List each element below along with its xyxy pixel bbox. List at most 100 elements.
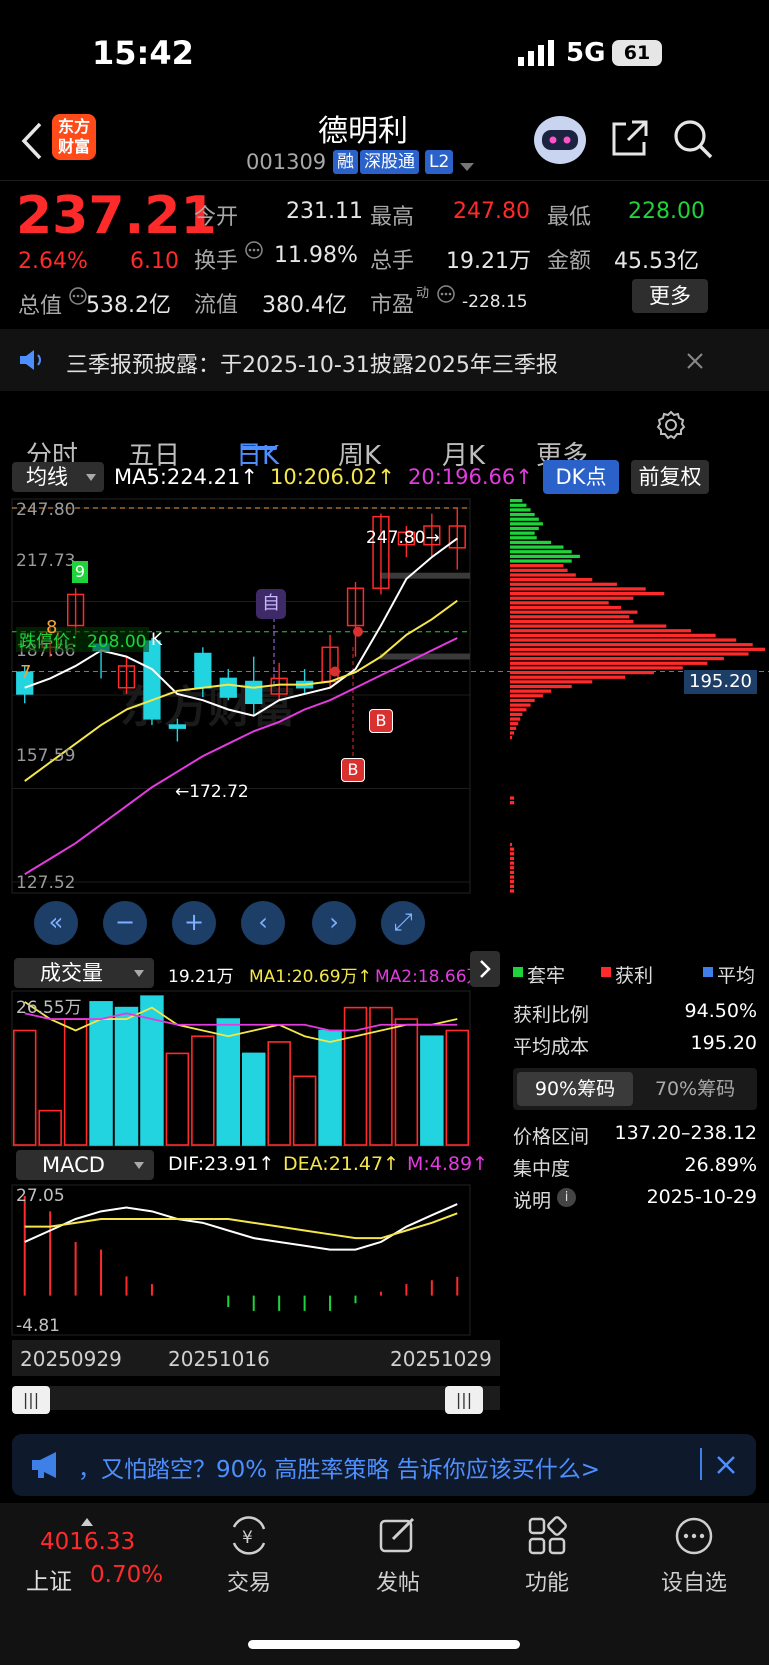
max-price-label: 247.80→	[366, 528, 440, 548]
ma-selector-label: 均线	[26, 465, 68, 489]
chip-bar	[510, 573, 576, 577]
low-value: 228.00	[628, 199, 705, 224]
more-dots-icon	[675, 1517, 713, 1555]
range-left-handle[interactable]: |||	[12, 1386, 50, 1414]
self-select-marker[interactable]: 自	[256, 589, 286, 619]
chip-bar	[510, 884, 515, 888]
volume-expand-icon[interactable]	[470, 951, 500, 987]
chip-bar	[510, 657, 724, 661]
chip-bar	[510, 875, 515, 879]
ad-text: ，又怕踏空？90% 高胜率策略 告诉你应该买什么>	[78, 1457, 601, 1483]
ad-close-icon[interactable]	[716, 1455, 736, 1479]
notice-close-icon[interactable]	[686, 352, 704, 374]
chip-bar	[510, 680, 593, 684]
td-marker-7: 7	[20, 662, 32, 683]
candle-body	[143, 640, 161, 720]
change-percent: 2.64%	[18, 249, 88, 274]
macd-chart[interactable]	[0, 1184, 500, 1336]
fullscreen-button[interactable]: ⤢	[381, 901, 425, 945]
chip-bar	[510, 550, 572, 554]
chip-legend-lock-swatch	[513, 967, 523, 977]
edit-icon	[379, 1517, 415, 1553]
code-dropdown-icon[interactable]	[460, 158, 474, 177]
nav-trade[interactable]: ¥ 交易	[189, 1515, 309, 1597]
low-label: 最低	[547, 205, 592, 230]
y-tick-label: 247.80	[16, 500, 76, 520]
macd-selector[interactable]: MACD	[16, 1150, 154, 1180]
price-range-value: 137.20–238.12	[614, 1122, 757, 1144]
chip-bar	[510, 545, 564, 549]
ma-selector[interactable]: 均线	[12, 462, 104, 492]
index-name[interactable]: 上证	[26, 1562, 72, 1596]
chip-bar	[510, 582, 617, 586]
chip-bar	[510, 796, 515, 800]
chip-bar	[510, 526, 539, 531]
nav-add-watchlist-label: 设自选	[660, 1571, 727, 1596]
volume-label: 总手	[370, 249, 415, 274]
nav-add-watchlist[interactable]: 设自选	[634, 1515, 754, 1597]
macd-dea: DEA:21.47↑	[283, 1153, 400, 1175]
chip-distribution-chart[interactable]	[508, 497, 768, 952]
amount-label: 金额	[547, 249, 592, 274]
macd-m: M:4.89↑	[407, 1153, 489, 1175]
candle-body	[194, 652, 212, 689]
amount-value: 45.53亿	[614, 249, 699, 274]
volume-selector[interactable]: 成交量	[14, 958, 154, 988]
note-info-icon[interactable]: i	[557, 1188, 576, 1207]
buy-signal-b[interactable]: B	[341, 758, 365, 782]
avg-cost-label: 平均成本	[513, 1036, 590, 1058]
chip-tab-90[interactable]: 90%筹码	[517, 1072, 633, 1106]
float-cap-value: 380.4亿	[262, 293, 347, 318]
chip-bar	[510, 852, 515, 856]
chip-bar	[510, 531, 535, 535]
chip-tab-70[interactable]: 70%筹码	[637, 1072, 753, 1106]
volume-bar	[267, 1041, 291, 1146]
chip-bar	[510, 619, 634, 624]
pe-sup: 动	[416, 286, 430, 301]
dk-point-button[interactable]: DK点	[543, 460, 619, 494]
chip-bar	[510, 722, 519, 726]
chip-bar	[510, 731, 515, 735]
scroll-right-button[interactable]: ›	[312, 901, 356, 945]
macd-dif: DIF:23.91↑	[168, 1153, 275, 1175]
adjust-button[interactable]: 前复权	[631, 460, 709, 494]
zoom-in-button[interactable]: +	[172, 901, 216, 945]
float-cap-label: 流值	[194, 293, 239, 318]
robot-avatar-icon[interactable]	[532, 112, 588, 166]
chip-bar	[510, 861, 515, 865]
back-icon[interactable]	[18, 120, 48, 162]
pe-value: -228.15	[462, 292, 528, 312]
zoom-out-button[interactable]: −	[103, 901, 147, 945]
mktcap-info-icon[interactable]	[68, 286, 88, 310]
pe-info-icon[interactable]	[436, 284, 456, 308]
volume-selector-label: 成交量	[40, 961, 103, 985]
self-select-marker-text: 自	[262, 593, 280, 614]
scroll-left-button[interactable]: ‹	[241, 901, 285, 945]
index-value[interactable]: 4016.33	[40, 1529, 135, 1555]
share-icon[interactable]	[610, 118, 650, 158]
search-icon[interactable]	[672, 118, 714, 160]
nav-post[interactable]: 发帖	[338, 1515, 458, 1597]
volume-bar	[114, 1006, 139, 1146]
volume-bar	[445, 1029, 470, 1146]
scroll-far-left-button[interactable]: «	[34, 901, 78, 945]
chip-bar	[510, 670, 654, 675]
app-logo[interactable]: 东方 财富	[52, 114, 96, 160]
buy-signal-b[interactable]: B	[369, 709, 393, 733]
chip-bar	[510, 503, 527, 507]
chip-bar	[510, 880, 515, 884]
turnover-info-icon[interactable]	[244, 240, 264, 264]
chip-bar	[510, 801, 515, 805]
range-scrollbar-track[interactable]	[12, 1386, 500, 1410]
nav-functions[interactable]: 功能	[487, 1515, 607, 1597]
range-right-handle[interactable]: |||	[445, 1386, 483, 1414]
index-change[interactable]: 0.70%	[90, 1562, 163, 1588]
volume-bar	[318, 1029, 342, 1146]
chip-bar	[510, 866, 515, 870]
volume-bar	[12, 1029, 37, 1146]
settings-gear-icon[interactable]	[655, 409, 687, 445]
more-button[interactable]: 更多	[632, 279, 708, 313]
chip-bar	[510, 629, 691, 633]
limit-down-label: 跌停价：208.00	[16, 627, 150, 652]
chip-bar	[510, 661, 708, 665]
